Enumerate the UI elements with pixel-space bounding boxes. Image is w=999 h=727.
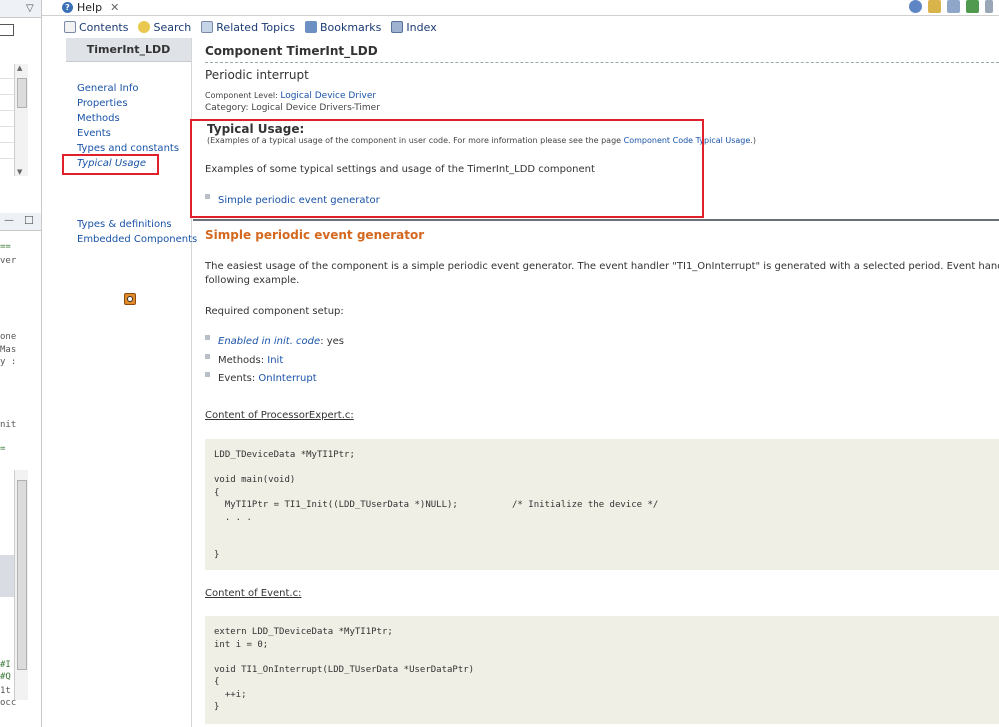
code-fragment: y : (0, 357, 17, 367)
help-icon: ? (62, 2, 73, 13)
contents-label: Contents (79, 20, 129, 34)
book-icon (64, 21, 76, 33)
index-icon (391, 21, 404, 33)
setup-label: Required component setup: (205, 306, 344, 317)
view-menu-icon[interactable] (985, 0, 993, 13)
code-fragment: #I (0, 660, 11, 670)
sync-toc-icon[interactable] (928, 0, 941, 13)
view-control-icon[interactable] (0, 24, 14, 36)
enabled-in-init-link[interactable]: Enabled in init. code (218, 336, 320, 347)
contents-button[interactable]: Contents (64, 21, 128, 34)
code-fragment: ver (0, 256, 17, 266)
bullet-icon (205, 372, 210, 377)
minimize-icon[interactable]: — (4, 215, 14, 226)
eclipse-window: ▽ ▲ ▼ — ☐ == ver one Mas y : nit = #I #Q… (0, 0, 999, 727)
section-description-line1: The easiest usage of the component is a … (205, 261, 999, 272)
editor-scroll-thumb[interactable] (17, 480, 27, 670)
tab-help[interactable]: ? Help ✕ (56, 0, 125, 15)
help-gutter (42, 37, 66, 727)
tab-help-label: Help (77, 1, 103, 14)
toc-link-properties[interactable]: Properties (77, 98, 128, 109)
category: Category: Logical Device Drivers-Timer (205, 103, 380, 113)
code-fragment: #Q (0, 672, 11, 682)
code-fragment: occ (0, 698, 17, 708)
index-label: Index (406, 20, 437, 34)
toc-link-types-and-constants[interactable]: Types and constants (77, 143, 179, 154)
bookmarks-button[interactable]: Bookmarks (304, 20, 382, 34)
events-label: Events: (218, 373, 259, 384)
toc-link-methods[interactable]: Methods (77, 113, 120, 124)
page-title: Component TimerInt_LDD (205, 44, 378, 58)
scroll-thumb[interactable] (17, 78, 27, 108)
code-fragment: 1t (0, 686, 11, 696)
tree-scrollbar[interactable]: ▲ ▼ (14, 64, 28, 176)
highlight-box-toc (62, 154, 159, 175)
list-item: Methods: Init (205, 354, 283, 366)
file2-label: Content of Event.c: (205, 588, 302, 599)
component-level: Component Level: Logical Device Driver (205, 91, 376, 101)
component-icon[interactable] (124, 293, 136, 305)
close-icon[interactable]: ✕ (110, 1, 119, 14)
list-item: Events: OnInterrupt (205, 372, 317, 384)
view-menu-icon[interactable]: ▽ (26, 3, 34, 14)
component-level-link[interactable]: Logical Device Driver (280, 91, 376, 101)
left-views-strip: ▽ ▲ ▼ — ☐ == ver one Mas y : nit = #I #Q… (0, 0, 42, 727)
bullet-icon (205, 335, 210, 340)
file1-label: Content of ProcessorExpert.c: (205, 410, 354, 421)
title-divider (205, 62, 999, 63)
related-topics-icon (201, 21, 214, 33)
search-button[interactable]: Search (138, 21, 191, 34)
enabled-value: : yes (320, 336, 345, 347)
toc-link-events[interactable]: Events (77, 128, 111, 139)
scroll-up-icon[interactable]: ▲ (17, 64, 22, 72)
print-icon[interactable] (947, 0, 960, 13)
help-toolbar: Contents Search Related Topics Bookmarks… (42, 17, 999, 37)
maximize-icon[interactable]: ☐ (24, 214, 34, 227)
toc-link-types-definitions[interactable]: Types & definitions (77, 219, 172, 230)
toc-link-embedded-components[interactable]: Embedded Components (77, 234, 197, 245)
section-description-line2: following example. (205, 275, 300, 286)
bullet-icon (205, 354, 210, 359)
scroll-down-icon[interactable]: ▼ (17, 168, 22, 176)
methods-label: Methods: (218, 355, 268, 366)
highlight-box-typical-usage (190, 119, 704, 218)
component-level-label: Component Level: (205, 91, 281, 100)
help-contents-icon[interactable] (909, 0, 922, 13)
toc-link-general-info[interactable]: General Info (77, 83, 139, 94)
code-fragment: nit (0, 420, 17, 430)
related-topics-label: Related Topics (216, 20, 295, 34)
search-label: Search (153, 20, 192, 34)
page-subtitle: Periodic interrupt (205, 68, 309, 82)
toc-panel: TimerInt_LDD General Info Properties Met… (66, 38, 197, 727)
left-view-header-top: ▽ (0, 0, 41, 18)
oninterrupt-event-link[interactable]: OnInterrupt (258, 373, 316, 384)
code-fragment: Mas (0, 345, 17, 355)
note-suffix: .) (750, 136, 756, 145)
left-view-header-bottom: — ☐ (0, 213, 41, 231)
section-title: Simple periodic event generator (205, 228, 425, 242)
help-view-tools (909, 0, 993, 13)
help-view-header: ? Help ✕ (42, 0, 999, 16)
code-fragment: == (0, 242, 11, 252)
related-topics-button[interactable]: Related Topics (201, 21, 295, 34)
search-icon (138, 21, 151, 33)
editor-selection (0, 555, 14, 597)
init-method-link[interactable]: Init (267, 355, 283, 366)
code-block-processorexpert: LDD_TDeviceData *MyTI1Ptr; void main(voi… (205, 439, 999, 570)
section-divider (193, 219, 999, 221)
code-fragment: = (0, 444, 6, 454)
index-button[interactable]: Index (391, 20, 437, 34)
code-block-event: extern LDD_TDeviceData *MyTI1Ptr; int i … (205, 616, 999, 724)
list-item: Enabled in init. code: yes (205, 335, 345, 347)
toc-header: TimerInt_LDD (66, 38, 191, 62)
bookmark-add-icon[interactable] (966, 0, 979, 13)
editor-scrollbar[interactable] (14, 470, 28, 700)
code-fragment: one (0, 332, 17, 342)
bookmarks-label: Bookmarks (319, 20, 382, 34)
bookmark-icon (304, 21, 317, 33)
